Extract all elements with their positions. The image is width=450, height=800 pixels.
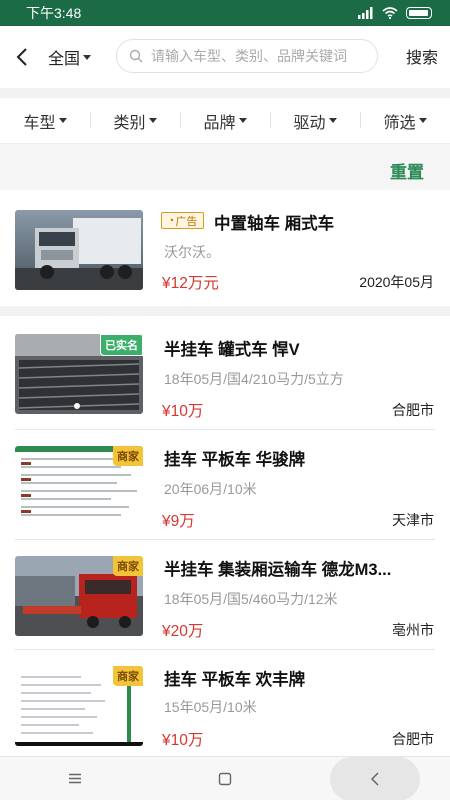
list-item[interactable]: ◔ 广告 中置轴车 厢式车 沃尔沃。 ¥12万元 2020年05月 xyxy=(0,190,450,306)
filter-drive[interactable]: 驱动 xyxy=(270,109,360,133)
region-label: 全国 xyxy=(48,51,81,68)
listing-thumbnail: 商家 xyxy=(15,446,143,526)
merchant-tag: 商家 xyxy=(113,556,143,576)
listing-price: ¥9万 xyxy=(162,513,195,530)
filter-bar: 车型 类别 品牌 驱动 筛选 xyxy=(0,98,450,144)
back-triangle-icon xyxy=(370,771,379,786)
listing-thumbnail: 已实名 xyxy=(15,334,143,414)
listing-date: 2020年05月 xyxy=(359,274,434,290)
back-button[interactable] xyxy=(0,35,44,79)
battery-icon xyxy=(406,7,432,19)
caret-down-icon xyxy=(148,118,157,123)
verified-tag: 已实名 xyxy=(100,334,143,356)
filter-label: 车型 xyxy=(23,114,56,132)
listing-price: ¥10万 xyxy=(162,403,204,420)
merchant-tag: 商家 xyxy=(113,666,143,686)
nav-home-button[interactable] xyxy=(180,757,270,800)
listing-price: ¥10万 xyxy=(162,732,204,749)
listing-subtitle: 沃尔沃。 xyxy=(164,244,220,260)
list-item[interactable]: 已实名 半挂车 罐式车 悍V 18年05月/国4/210马力/5立方 ¥10万 … xyxy=(0,316,450,430)
caret-down-icon xyxy=(328,118,337,123)
caret-down-icon xyxy=(238,118,247,123)
filter-brand[interactable]: 品牌 xyxy=(180,109,270,133)
listing-subtitle: 20年06月/10米 xyxy=(164,481,257,497)
listing-thumbnail: 商家 xyxy=(15,556,143,636)
listing-title: 半挂车 罐式车 悍V xyxy=(164,341,300,359)
signal-icon xyxy=(358,7,373,19)
listing-subtitle: 15年05月/10米 xyxy=(164,699,257,715)
caret-down-icon xyxy=(418,118,427,123)
wifi-icon xyxy=(382,7,398,19)
listing-price: ¥12万元 xyxy=(162,275,219,292)
filter-label: 筛选 xyxy=(383,114,416,132)
filter-label: 驱动 xyxy=(293,114,326,132)
listing-subtitle: 18年05月/国5/460马力/12米 xyxy=(164,591,338,607)
ad-label: 广告 xyxy=(175,215,198,228)
caret-down-icon xyxy=(58,118,67,123)
caret-down-icon xyxy=(83,54,92,60)
listing-title: 中置轴车 厢式车 xyxy=(214,215,335,233)
search-input[interactable]: 请输入车型、类别、品牌关键词 xyxy=(116,39,378,73)
status-icons xyxy=(358,7,432,19)
listing-title: 挂车 平板车 华骏牌 xyxy=(164,451,306,469)
system-nav-bar xyxy=(0,756,450,800)
region-selector[interactable]: 全国 xyxy=(48,45,92,69)
listing-location: 亳州市 xyxy=(392,622,434,638)
listing-thumbnail: 商家 xyxy=(15,666,143,746)
filter-label: 品牌 xyxy=(203,114,236,132)
listing-subtitle: 18年05月/国4/210马力/5立方 xyxy=(164,371,344,387)
ad-icon: ◔ xyxy=(167,214,175,227)
home-square-icon xyxy=(218,772,232,785)
listing-thumbnail xyxy=(15,210,143,290)
filter-vehicle-type[interactable]: 车型 xyxy=(0,109,90,133)
divider xyxy=(0,88,450,98)
listing-location: 合肥市 xyxy=(392,731,434,747)
section-divider xyxy=(0,306,450,316)
listing-title: 挂车 平板车 欢丰牌 xyxy=(164,671,306,689)
filter-more[interactable]: 筛选 xyxy=(360,109,450,133)
status-time: 下午3:48 xyxy=(26,5,82,21)
status-bar: 下午3:48 xyxy=(0,0,450,26)
reset-row: 重置 xyxy=(0,144,450,190)
list-item[interactable]: 商家 挂车 平板车 欢丰牌 15年05月/10米 ¥10万 合肥市 xyxy=(0,650,450,756)
search-icon xyxy=(129,49,143,63)
chevron-left-icon xyxy=(16,48,27,66)
nav-menu-button[interactable] xyxy=(30,757,120,800)
filter-label: 类别 xyxy=(113,114,146,132)
listing-title: 半挂车 集装厢运输车 德龙M3... xyxy=(164,561,392,579)
nav-back-button[interactable] xyxy=(330,756,420,800)
listing-location: 合肥市 xyxy=(392,402,434,418)
search-button[interactable]: 搜索 xyxy=(406,44,438,68)
ad-badge: ◔ 广告 xyxy=(161,212,204,229)
list-item[interactable]: 商家 半挂车 集装厢运输车 德龙M3... 18年05月/国5/460马力/12… xyxy=(0,540,450,650)
menu-icon xyxy=(69,773,81,784)
list-item[interactable]: 商家 挂车 平板车 华骏牌 20年06月/10米 ¥9万 天津市 xyxy=(0,430,450,540)
listing-location: 天津市 xyxy=(392,512,434,528)
listing-price: ¥20万 xyxy=(162,623,204,640)
reset-button[interactable]: 重置 xyxy=(390,158,424,183)
search-placeholder: 请输入车型、类别、品牌关键词 xyxy=(151,48,347,64)
merchant-tag: 商家 xyxy=(113,446,143,466)
top-bar: 全国 请输入车型、类别、品牌关键词 搜索 xyxy=(0,26,450,88)
filter-category[interactable]: 类别 xyxy=(90,109,180,133)
